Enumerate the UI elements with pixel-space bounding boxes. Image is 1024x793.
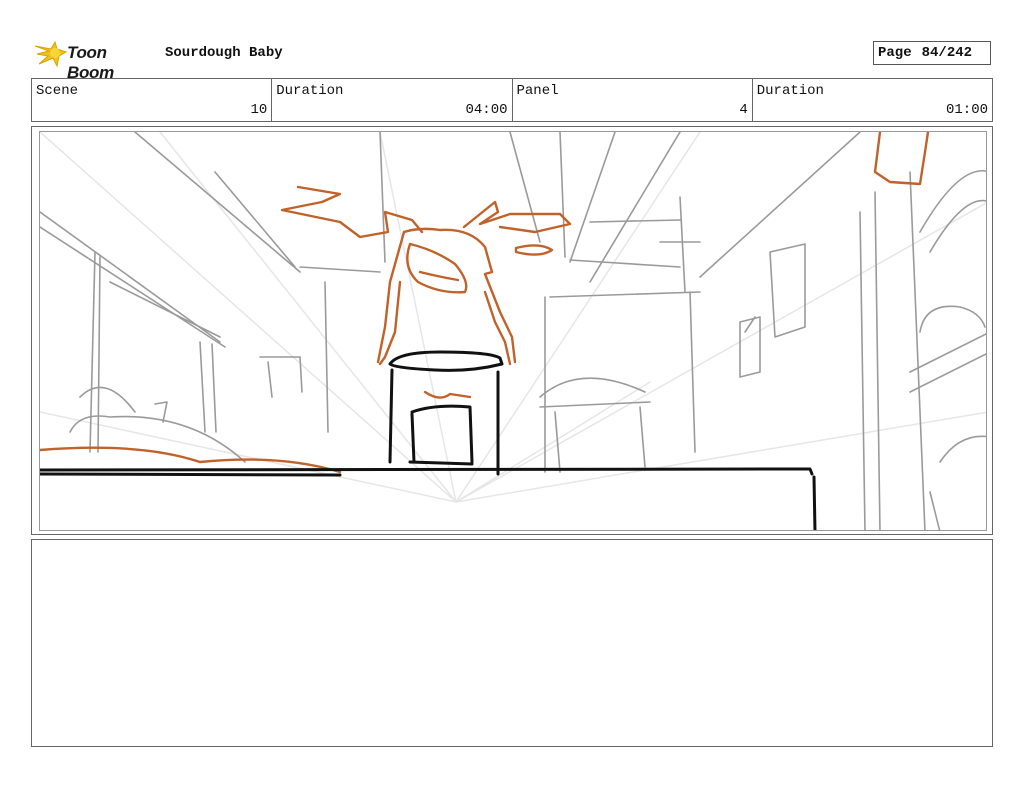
perspective-guides — [40, 132, 986, 503]
scene-duration-cell: Duration 04:00 — [272, 79, 513, 121]
panel-label: Panel — [516, 83, 559, 99]
scene-label: Scene — [36, 83, 79, 99]
panel-value: 4 — [739, 102, 748, 118]
toon-boom-logo: Toon Boom — [33, 38, 158, 82]
panel-cell: Panel 4 — [513, 79, 753, 121]
panel-sketch — [40, 132, 986, 530]
page-counter: Page 84/242 — [873, 41, 991, 65]
project-title: Sourdough Baby — [165, 45, 283, 61]
logo-text: Toon Boom — [67, 43, 114, 82]
page-value: 84/242 — [921, 45, 973, 61]
character-sketch — [40, 132, 930, 474]
page-label: Page — [878, 45, 912, 61]
starburst-icon — [34, 40, 67, 68]
panel-drawing-frame — [39, 131, 987, 531]
panel-duration-label: Duration — [756, 83, 824, 99]
scene-duration-value: 04:00 — [465, 102, 508, 118]
panel-info-row: Scene 10 Duration 04:00 Panel 4 Duration… — [31, 78, 993, 122]
scene-value: 10 — [250, 102, 268, 118]
notes-area[interactable] — [31, 539, 993, 747]
ink-foreground — [40, 350, 817, 530]
storyboard-panel[interactable] — [31, 126, 993, 535]
panel-duration-value: 01:00 — [945, 102, 988, 118]
panel-duration-cell: Duration 01:00 — [753, 79, 992, 121]
scene-duration-label: Duration — [276, 83, 344, 99]
scene-cell: Scene 10 — [32, 79, 273, 121]
storyboard-header: Toon Boom Sourdough Baby Page 84/242 — [31, 38, 993, 82]
